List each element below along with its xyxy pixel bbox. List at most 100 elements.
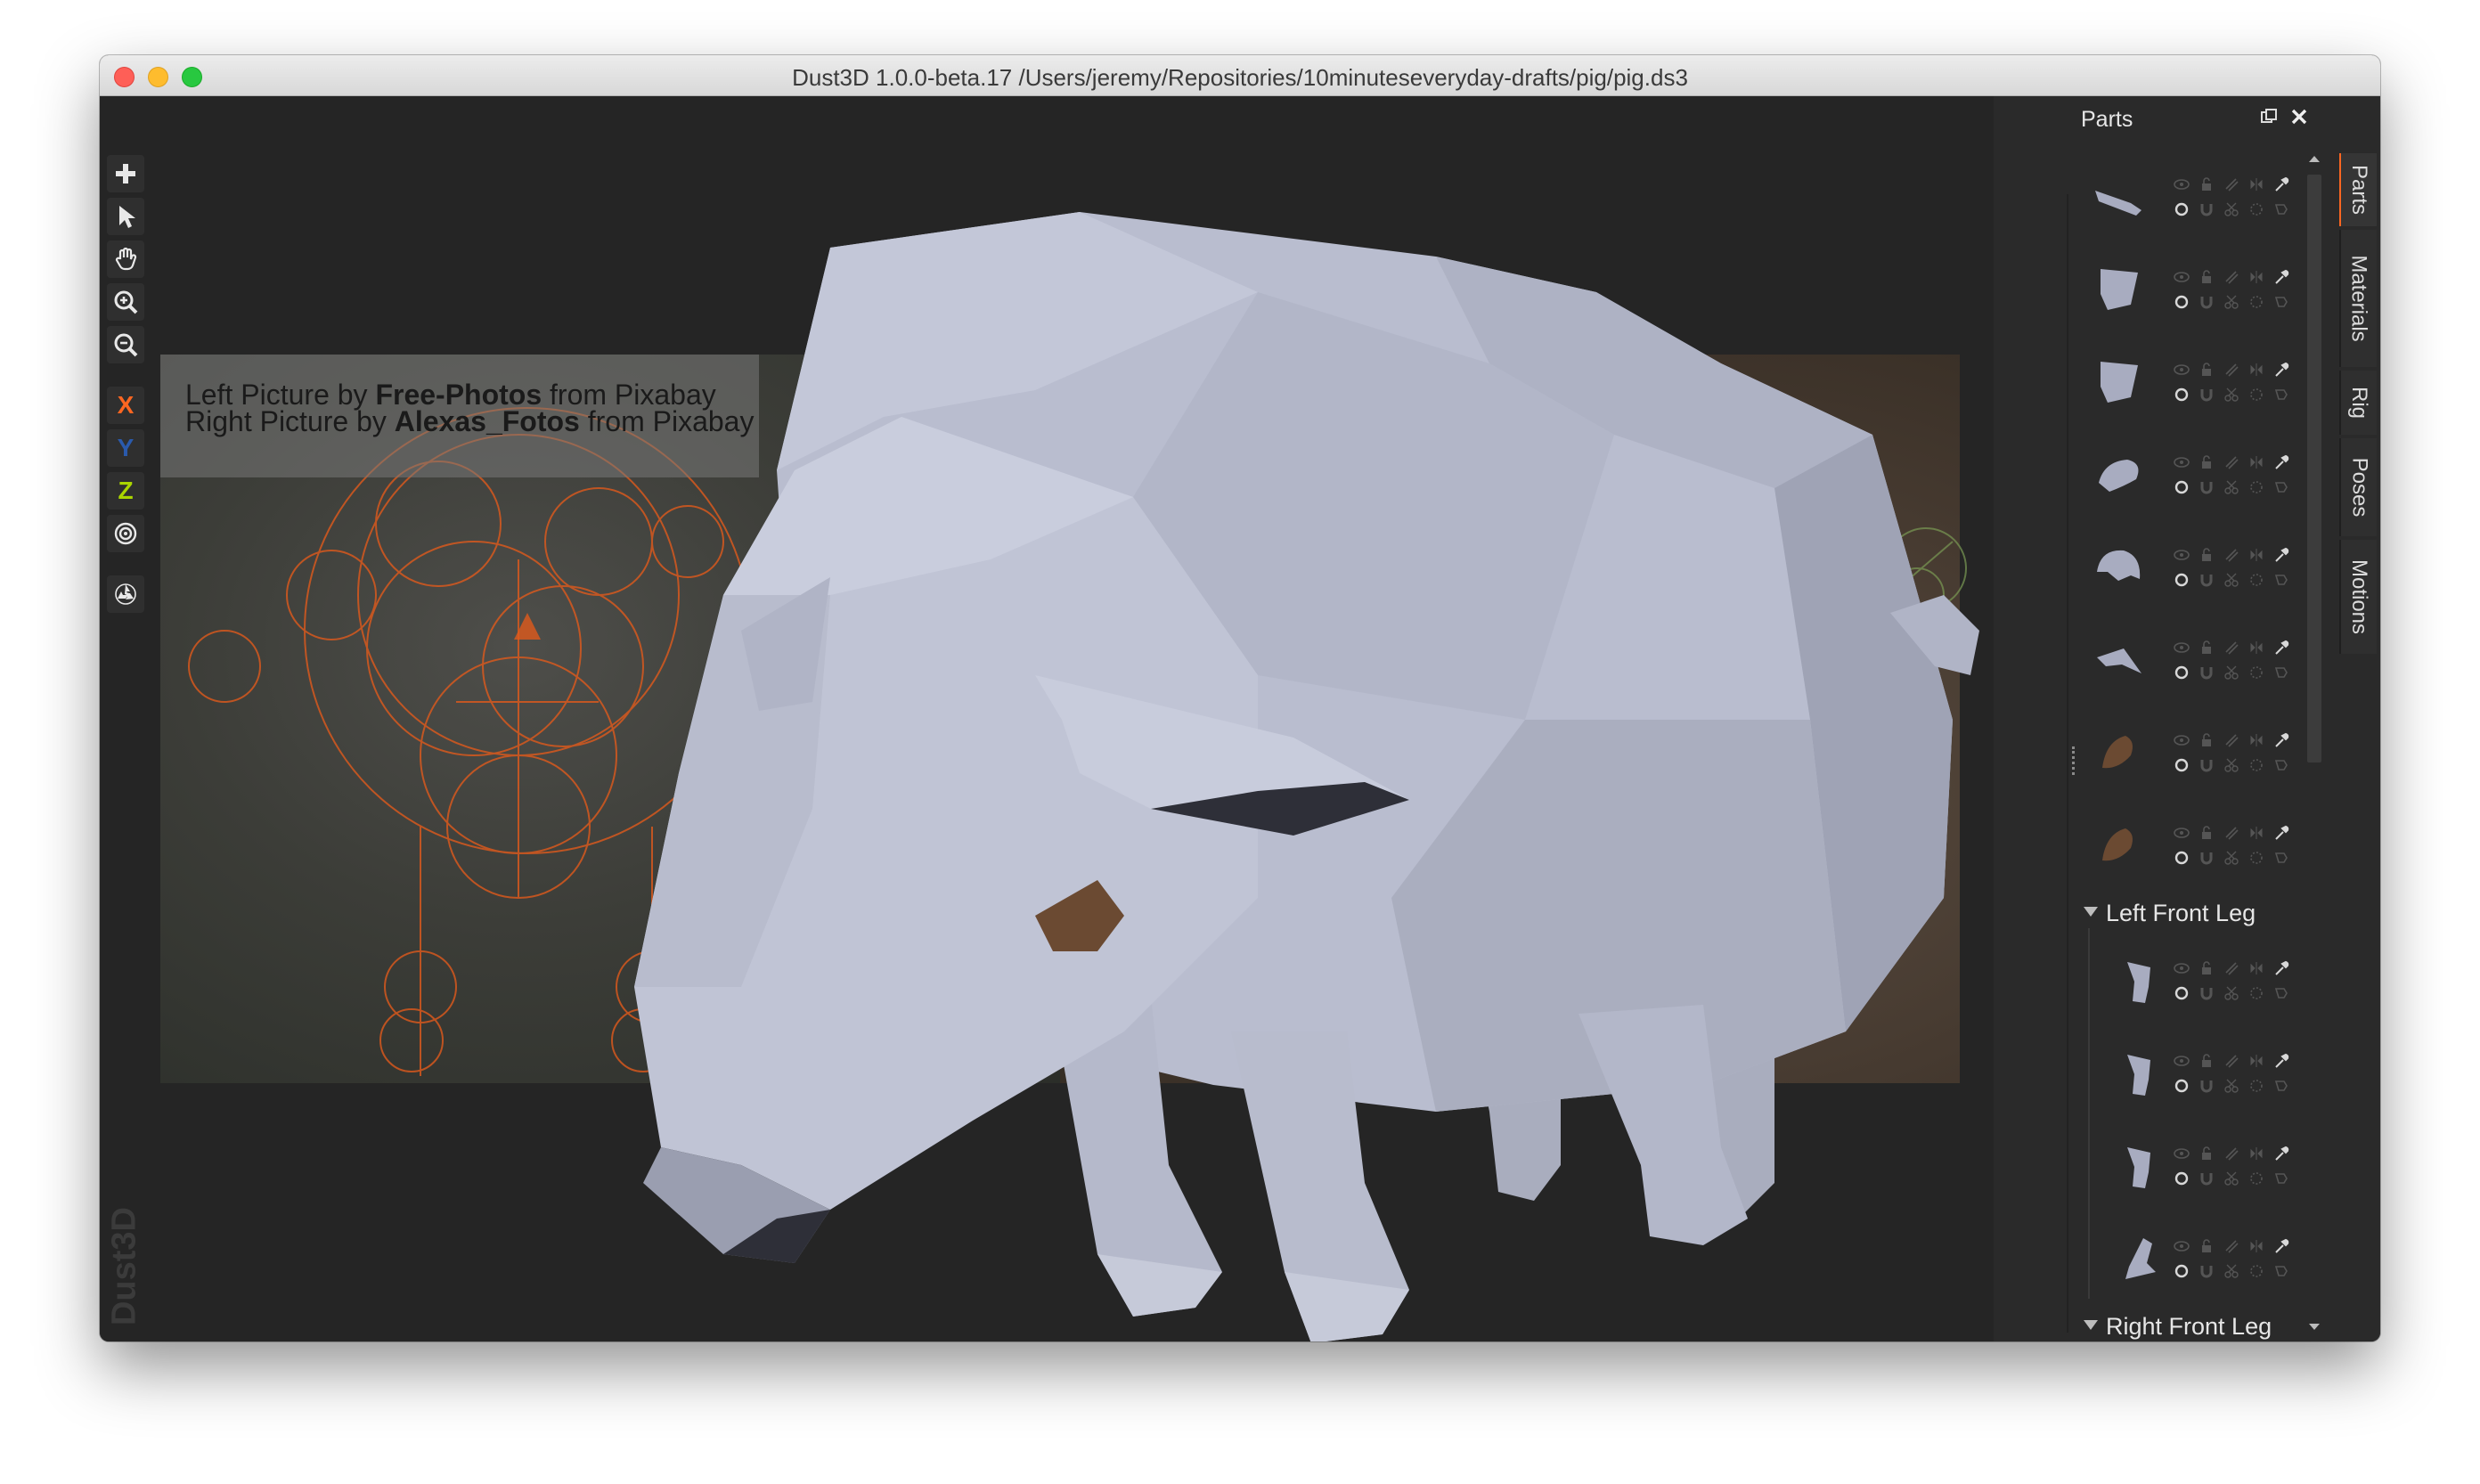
part-row[interactable] [2099,1206,2321,1302]
base-icon[interactable] [2273,985,2289,1001]
subdiv-icon[interactable] [2223,454,2239,470]
zoom-out-tool-button[interactable] [107,326,144,363]
tab-poses[interactable]: Poses [2339,438,2377,536]
tab-parts[interactable]: Parts [2339,153,2377,226]
tab-materials[interactable]: Materials [2339,230,2377,367]
magnet-icon[interactable] [2199,985,2215,1001]
visibility-icon[interactable] [2174,547,2190,563]
lock-icon[interactable] [2199,454,2215,470]
part-row[interactable] [2079,330,2302,426]
base-icon[interactable] [2273,294,2289,310]
rounded-icon[interactable] [2174,1078,2190,1094]
add-tool-button[interactable] [107,155,144,192]
visibility-icon[interactable] [2174,825,2190,841]
cut-icon[interactable] [2223,850,2239,866]
color-picker-icon[interactable] [2273,269,2289,285]
chamfer-icon[interactable] [2248,1263,2264,1279]
chamfer-icon[interactable] [2248,850,2264,866]
magnet-icon[interactable] [2199,850,2215,866]
mirror-icon[interactable] [2248,176,2264,192]
rounded-icon[interactable] [2174,665,2190,681]
subdiv-icon[interactable] [2223,176,2239,192]
panel-splitter-handle[interactable] [2072,746,2075,775]
chamfer-icon[interactable] [2248,985,2264,1001]
chamfer-icon[interactable] [2248,1170,2264,1186]
cut-icon[interactable] [2223,294,2239,310]
rounded-icon[interactable] [2174,201,2190,217]
lock-icon[interactable] [2199,960,2215,976]
regenerate-tool-button[interactable] [107,575,144,613]
cut-icon[interactable] [2223,985,2239,1001]
part-row[interactable] [2079,700,2302,796]
scroll-thumb[interactable] [2307,175,2321,762]
chamfer-icon[interactable] [2248,294,2264,310]
lock-icon[interactable] [2199,825,2215,841]
mirror-icon[interactable] [2248,1146,2264,1162]
chamfer-icon[interactable] [2248,387,2264,403]
base-icon[interactable] [2273,479,2289,495]
base-icon[interactable] [2273,387,2289,403]
subdiv-icon[interactable] [2223,269,2239,285]
cut-icon[interactable] [2223,1263,2239,1279]
magnet-icon[interactable] [2199,757,2215,773]
chevron-down-icon[interactable] [2083,1318,2099,1331]
rounded-icon[interactable] [2174,294,2190,310]
color-picker-icon[interactable] [2273,547,2289,563]
magnet-icon[interactable] [2199,665,2215,681]
visibility-icon[interactable] [2174,1053,2190,1069]
mirror-icon[interactable] [2248,362,2264,378]
chamfer-icon[interactable] [2248,201,2264,217]
lock-icon[interactable] [2199,640,2215,656]
rounded-icon[interactable] [2174,479,2190,495]
visibility-icon[interactable] [2174,1146,2190,1162]
lock-icon[interactable] [2199,362,2215,378]
rounded-icon[interactable] [2174,985,2190,1001]
group-header[interactable]: Left Front Leg [2083,896,2296,928]
mirror-icon[interactable] [2248,960,2264,976]
mirror-icon[interactable] [2248,732,2264,748]
float-panel-icon[interactable] [2259,107,2279,126]
rounded-icon[interactable] [2174,1263,2190,1279]
visibility-icon[interactable] [2174,362,2190,378]
cut-icon[interactable] [2223,572,2239,588]
base-icon[interactable] [2273,1078,2289,1094]
model-viewport[interactable]: Left Picture by Free-Photos from Pixabay… [100,96,1994,1341]
magnet-icon[interactable] [2199,387,2215,403]
magnet-icon[interactable] [2199,1078,2215,1094]
magnet-icon[interactable] [2199,479,2215,495]
tab-motions[interactable]: Motions [2339,540,2377,654]
lock-icon[interactable] [2199,547,2215,563]
color-picker-icon[interactable] [2273,362,2289,378]
subdiv-icon[interactable] [2223,960,2239,976]
cut-icon[interactable] [2223,387,2239,403]
part-row[interactable] [2079,144,2302,241]
lock-icon[interactable] [2199,1053,2215,1069]
color-picker-icon[interactable] [2273,176,2289,192]
cut-icon[interactable] [2223,479,2239,495]
color-picker-icon[interactable] [2273,1146,2289,1162]
pig-model[interactable] [634,212,1979,1341]
part-row[interactable] [2099,1021,2321,1117]
cut-icon[interactable] [2223,201,2239,217]
visibility-icon[interactable] [2174,960,2190,976]
x-axis-toggle[interactable]: X [107,387,144,424]
part-row[interactable] [2079,422,2302,518]
chamfer-icon[interactable] [2248,479,2264,495]
part-row[interactable] [2099,928,2321,1024]
color-picker-icon[interactable] [2273,1238,2289,1254]
base-icon[interactable] [2273,1170,2289,1186]
magnet-icon[interactable] [2199,572,2215,588]
mirror-icon[interactable] [2248,1053,2264,1069]
mirror-icon[interactable] [2248,547,2264,563]
color-picker-icon[interactable] [2273,960,2289,976]
lock-icon[interactable] [2199,176,2215,192]
rounded-icon[interactable] [2174,757,2190,773]
chamfer-icon[interactable] [2248,572,2264,588]
scroll-down-icon[interactable] [2305,1318,2323,1336]
zoom-in-tool-button[interactable] [107,283,144,321]
group-header[interactable]: Right Front Leg [2083,1309,2296,1341]
color-picker-icon[interactable] [2273,825,2289,841]
visibility-icon[interactable] [2174,640,2190,656]
chamfer-icon[interactable] [2248,1078,2264,1094]
chamfer-icon[interactable] [2248,665,2264,681]
